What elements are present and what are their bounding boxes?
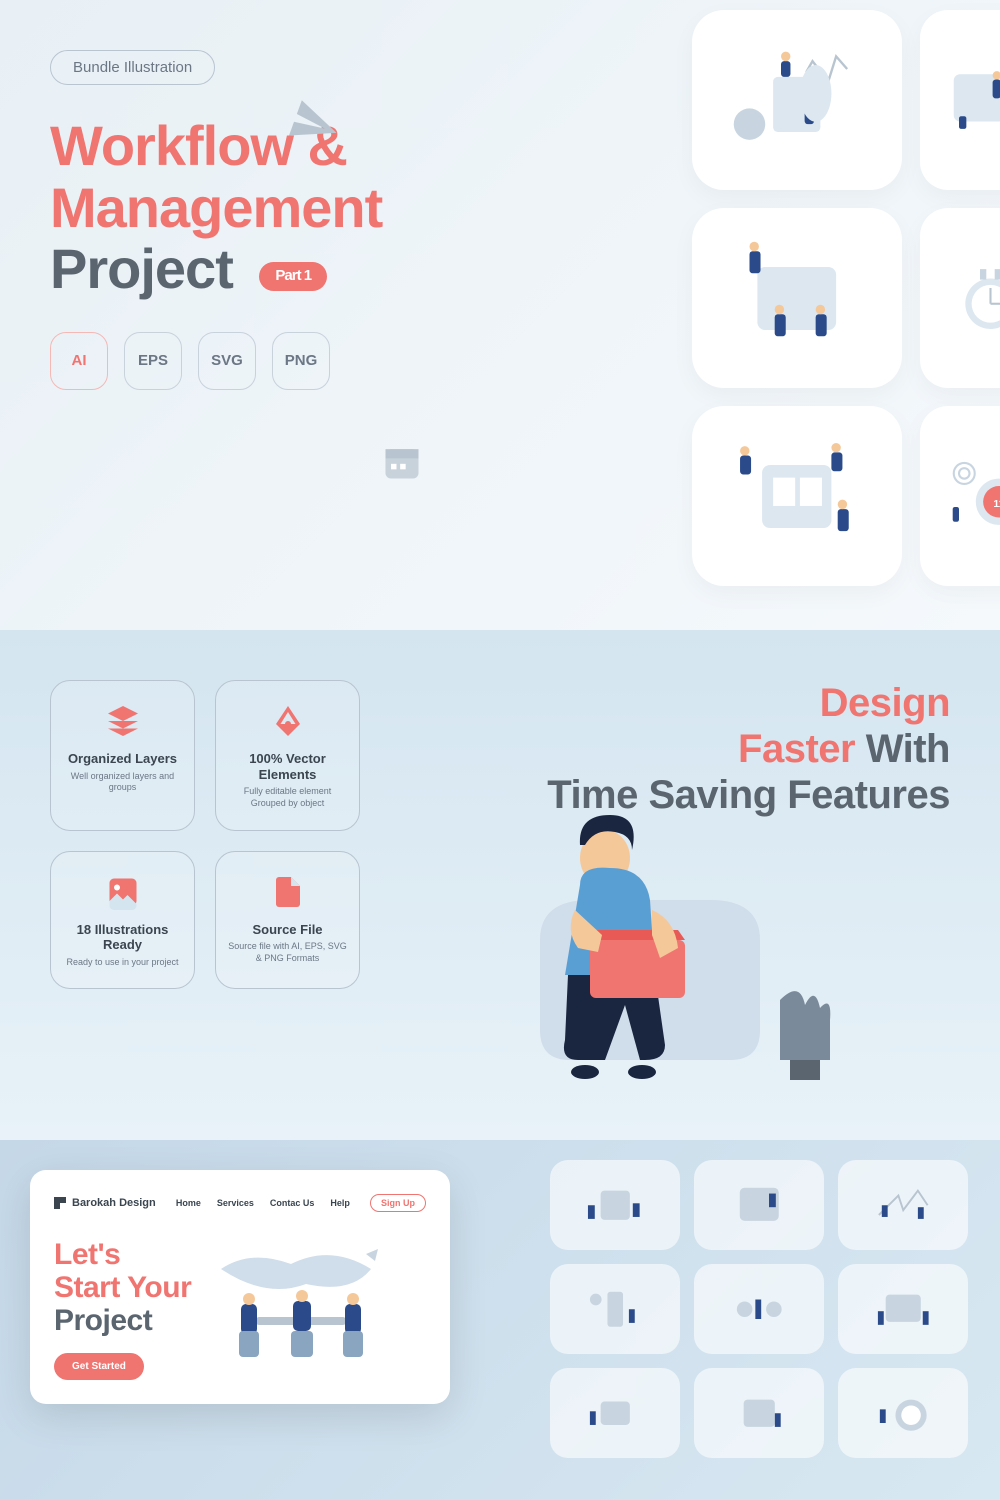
heading-part: With (855, 727, 950, 771)
preview-card: 11 (920, 406, 1000, 586)
image-icon (103, 872, 143, 912)
calendar-icon (380, 440, 424, 484)
get-started-button[interactable]: Get Started (54, 1353, 144, 1380)
preview-card (692, 10, 902, 190)
mini-card (550, 1368, 680, 1458)
mock-h-line: Start Your (54, 1271, 191, 1304)
file-icon (268, 872, 308, 912)
mini-card (550, 1264, 680, 1354)
mini-card (838, 1160, 968, 1250)
brand-mark-icon (54, 1197, 66, 1209)
preview-grid: 11 (692, 10, 1000, 586)
showcase-section: Barokah Design Home Services Contac Us H… (0, 1140, 1000, 1500)
heading-part: Design (820, 681, 950, 725)
mock-h-line: Project (54, 1304, 152, 1337)
mini-card (694, 1368, 824, 1458)
nav-link[interactable]: Help (330, 1198, 350, 1208)
mockup-hero-text: Let's Start Your Project Get Started (54, 1238, 191, 1380)
mini-card (838, 1264, 968, 1354)
meeting-illustration (211, 1239, 391, 1379)
feature-grid: Organized Layers Well organized layers a… (50, 680, 360, 989)
title-line-3: Project (50, 237, 233, 300)
bundle-badge: Bundle Illustration (50, 50, 215, 85)
preview-card (920, 208, 1000, 388)
feature-desc: Ready to use in your project (63, 957, 182, 969)
feature-card-source: Source File Source file with AI, EPS, SV… (215, 851, 360, 990)
brand-logo: Barokah Design (54, 1197, 156, 1209)
preview-card (920, 10, 1000, 190)
mini-card (550, 1160, 680, 1250)
mockup-header: Barokah Design Home Services Contac Us H… (54, 1194, 426, 1212)
format-png: PNG (272, 332, 330, 390)
feature-title: 100% Vector Elements (228, 751, 347, 782)
hero-section: Bundle Illustration Workflow & Managemen… (0, 0, 1000, 630)
signup-button[interactable]: Sign Up (370, 1194, 426, 1212)
heading-part: Faster (738, 727, 855, 771)
features-section: Organized Layers Well organized layers a… (0, 630, 1000, 1140)
feature-title: Organized Layers (63, 751, 182, 767)
title-line-2: Management (50, 176, 382, 239)
mini-preview-grid (550, 1160, 1000, 1458)
mockup-body: Let's Start Your Project Get Started (54, 1238, 426, 1380)
format-eps: EPS (124, 332, 182, 390)
nav-link[interactable]: Services (217, 1198, 254, 1208)
feature-desc: Fully editable element Grouped by object (228, 786, 347, 809)
part-badge: Part 1 (259, 262, 327, 291)
feature-desc: Source file with AI, EPS, SVG & PNG Form… (228, 941, 347, 964)
svg-text:11: 11 (993, 498, 1000, 510)
feature-title: Source File (228, 922, 347, 938)
mockup-nav: Home Services Contac Us Help (176, 1198, 350, 1208)
mock-h-line: Let's (54, 1238, 120, 1271)
feature-title: 18 Illustrations Ready (63, 922, 182, 953)
mini-card (694, 1160, 824, 1250)
features-right: Design Faster With Time Saving Features (400, 680, 950, 818)
brand-name: Barokah Design (72, 1197, 156, 1209)
website-mockup: Barokah Design Home Services Contac Us H… (30, 1170, 450, 1404)
format-svg: SVG (198, 332, 256, 390)
feature-desc: Well organized layers and groups (63, 771, 182, 794)
feature-card-layers: Organized Layers Well organized layers a… (50, 680, 195, 831)
feature-card-illustrations: 18 Illustrations Ready Ready to use in y… (50, 851, 195, 990)
mini-card (694, 1264, 824, 1354)
preview-card (692, 406, 902, 586)
pen-icon (268, 701, 308, 741)
layers-icon (103, 701, 143, 741)
person-illustration (460, 780, 860, 1100)
preview-card (692, 208, 902, 388)
nav-link[interactable]: Contac Us (270, 1198, 315, 1208)
format-ai: AI (50, 332, 108, 390)
mockup-heading: Let's Start Your Project (54, 1238, 191, 1337)
feature-card-vector: 100% Vector Elements Fully editable elem… (215, 680, 360, 831)
mini-card (838, 1368, 968, 1458)
nav-link[interactable]: Home (176, 1198, 201, 1208)
